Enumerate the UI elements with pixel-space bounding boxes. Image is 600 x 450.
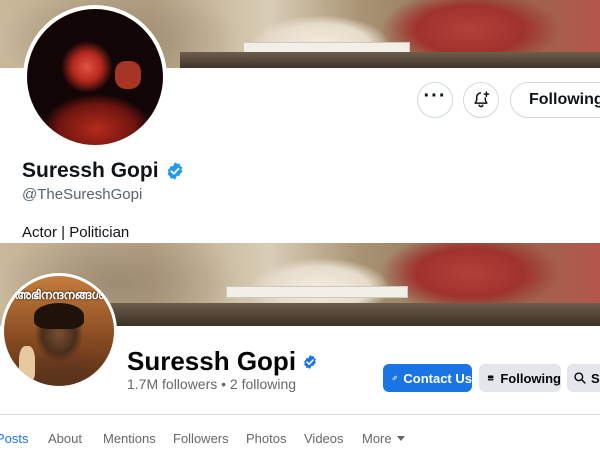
following-label: Following [500, 370, 561, 386]
caret-down-icon [396, 435, 405, 441]
page-name: Suressh Gopi [127, 346, 297, 376]
profile-name-row: Suressh Gopi [22, 159, 185, 183]
tab-photos[interactable]: Photos [246, 431, 286, 446]
contact-us-button[interactable]: Contact Us [383, 364, 472, 392]
link-icon [392, 375, 397, 381]
contact-us-label: Contact Us [403, 370, 472, 386]
profile-name: Suressh Gopi [22, 159, 159, 182]
profile-handle: @TheSureshGopi [22, 186, 143, 203]
more-horizontal-icon: ··· [423, 85, 447, 107]
following-button[interactable]: Following [510, 82, 600, 118]
profile-bio: Actor | Politician [22, 224, 130, 241]
notifications-button[interactable] [463, 82, 499, 118]
avatar-poster-text: അഭിനന്ദനങ്ങൾ [14, 288, 104, 302]
search-label: S [591, 370, 600, 386]
tab-mentions[interactable]: Mentions [103, 431, 156, 446]
search-icon [574, 372, 586, 384]
tab-about[interactable]: About [48, 431, 82, 446]
verified-badge-icon [167, 162, 182, 180]
following-button-label: Following [529, 91, 600, 108]
follower-stats: 1.7M followers • 2 following [127, 376, 297, 392]
verified-badge-icon [304, 354, 316, 369]
tab-videos[interactable]: Videos [304, 431, 344, 446]
profile-picture[interactable]: അഭിനന്ദനങ്ങൾ [1, 273, 117, 389]
tab-more-label: More [362, 431, 392, 446]
divider [0, 414, 600, 415]
page-name-row: Suressh Gopi [127, 346, 318, 377]
inbox-icon [487, 375, 494, 381]
facebook-profile-header: അഭിനന്ദനങ്ങൾ Suressh Gopi 1.7M followers… [0, 243, 600, 450]
search-button[interactable]: S [567, 364, 600, 392]
bell-plus-icon [474, 91, 490, 108]
x-profile-header: ··· Following Suressh Gopi @TheSureshGop… [0, 0, 600, 243]
more-options-button[interactable]: ··· [417, 82, 453, 118]
following-button[interactable]: Following [479, 364, 561, 392]
tab-posts[interactable]: Posts [0, 431, 29, 446]
profile-avatar[interactable] [23, 5, 167, 149]
tab-followers[interactable]: Followers [173, 431, 229, 446]
tab-more[interactable]: More [362, 431, 405, 446]
